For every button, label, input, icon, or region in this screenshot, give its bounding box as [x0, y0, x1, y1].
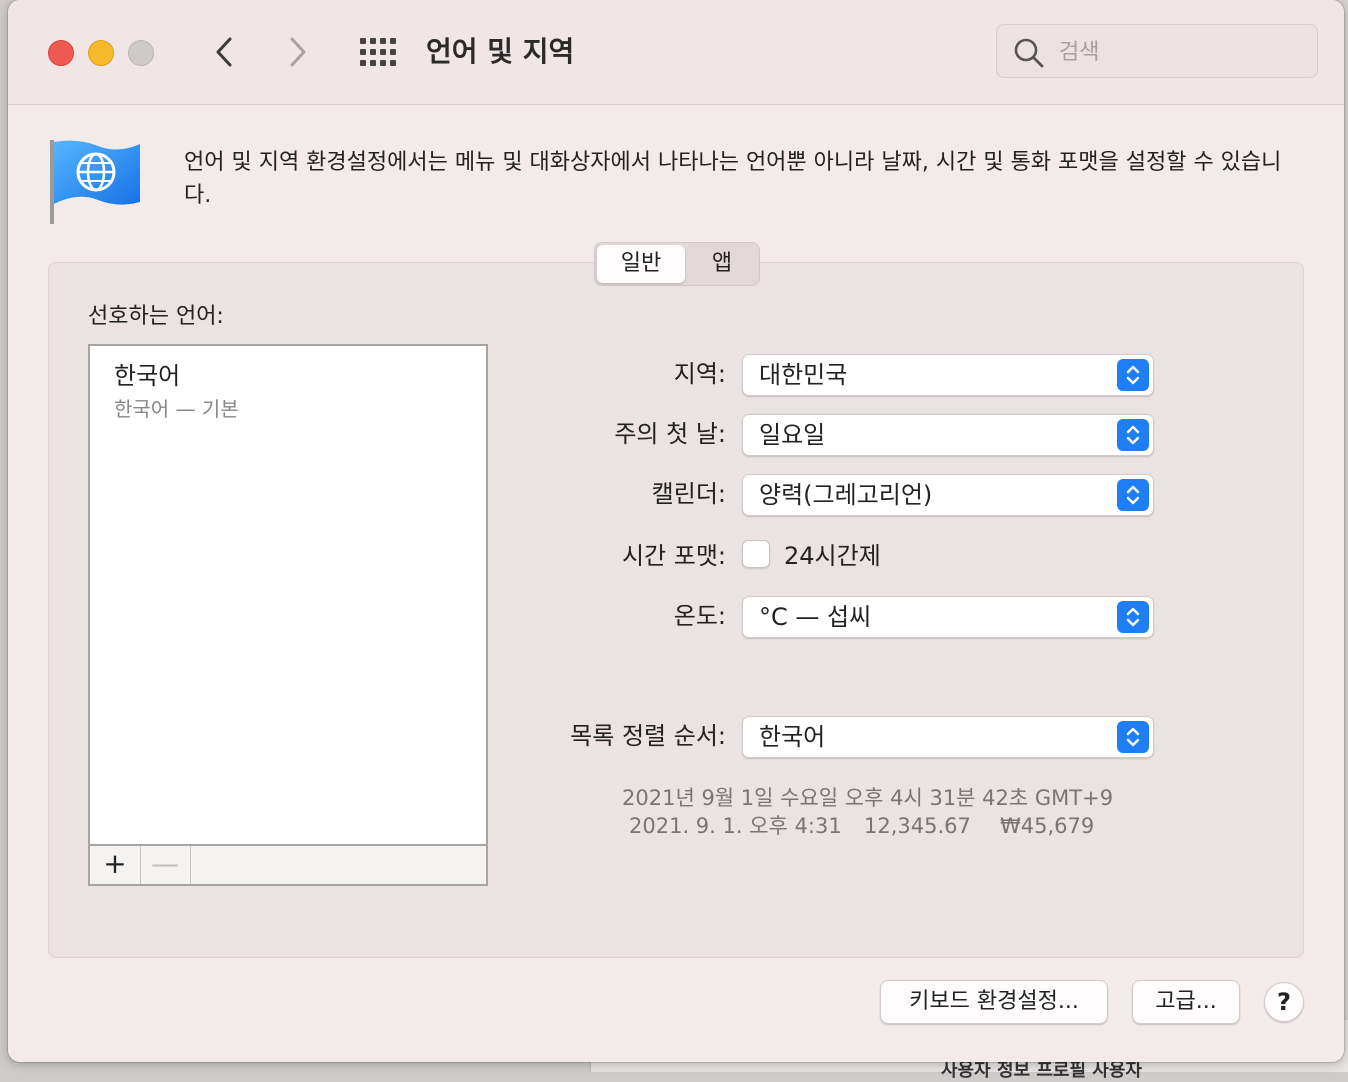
language-region-flag-icon [48, 136, 144, 226]
time-format-label: 시간 포맷: [621, 542, 726, 570]
window-title: 언어 및 지역 [426, 35, 575, 68]
24-hour-checkbox-label[interactable]: 24시간제 [784, 536, 881, 576]
first-day-popup[interactable]: 일요일 [742, 414, 1154, 456]
24-hour-checkbox[interactable] [742, 540, 770, 568]
preferred-languages-list[interactable]: 한국어 한국어 — 기본 [88, 344, 488, 846]
list-item[interactable]: 한국어 한국어 — 기본 [114, 360, 239, 424]
search-field[interactable] [996, 24, 1318, 78]
updown-chevron-icon [1117, 601, 1149, 633]
remove-language-button[interactable]: — [140, 846, 191, 884]
region-label: 지역: [673, 360, 726, 388]
language-list-toolbar: + — [88, 844, 488, 886]
language-name: 한국어 [114, 362, 181, 390]
calendar-label: 캘린더: [651, 480, 726, 508]
show-all-button[interactable] [358, 36, 398, 68]
updown-chevron-icon [1117, 419, 1149, 451]
search-input[interactable] [1057, 35, 1301, 69]
description-text: 언어 및 지역 환경설정에서는 메뉴 및 대화상자에서 나타나는 언어뿐 아니라… [184, 150, 1282, 208]
sort-order-value: 한국어 [759, 723, 826, 751]
chevron-right-icon [290, 37, 306, 67]
forward-button[interactable] [278, 30, 318, 74]
updown-chevron-icon [1117, 721, 1149, 753]
region-value: 대한민국 [759, 361, 848, 389]
minimize-window-button[interactable] [88, 40, 114, 66]
first-day-value: 일요일 [759, 421, 826, 449]
sample-short-date: 2021. 9. 1. 오후 4:31 [629, 814, 842, 838]
calendar-value: 양력(그레고리언) [759, 481, 933, 509]
updown-chevron-icon [1117, 479, 1149, 511]
sort-order-label: 목록 정렬 순서: [570, 722, 726, 750]
chevron-left-icon [216, 37, 232, 67]
keyboard-preferences-button[interactable]: 키보드 환경설정... [880, 980, 1108, 1024]
temperature-value: °C — 섭씨 [759, 603, 872, 631]
sample-currency: ₩45,679 [1000, 814, 1095, 838]
add-language-button[interactable]: + [90, 846, 141, 884]
close-window-button[interactable] [48, 40, 74, 66]
help-button[interactable]: ? [1264, 982, 1304, 1022]
search-icon [1014, 38, 1044, 68]
temperature-popup[interactable]: °C — 섭씨 [742, 596, 1154, 638]
temperature-label: 온도: [673, 602, 726, 630]
calendar-popup[interactable]: 양력(그레고리언) [742, 474, 1154, 516]
advanced-button[interactable]: 고급... [1132, 980, 1240, 1024]
tab-bar: 일반 앱 [594, 242, 760, 286]
preferred-languages-label: 선호하는 언어: [88, 304, 224, 329]
updown-chevron-icon [1117, 359, 1149, 391]
sample-number: 12,345.67 [864, 814, 971, 838]
language-subtitle: 한국어 — 기본 [114, 397, 239, 421]
settings-window: 언어 및 지역 언어 및 지역 환경설정에서는 메뉴 및 대화상자에서 나타나는… [8, 0, 1344, 1062]
back-button[interactable] [204, 30, 244, 74]
zoom-window-button[interactable] [128, 40, 154, 66]
title-bar: 언어 및 지역 [8, 0, 1344, 105]
first-day-label: 주의 첫 날: [614, 420, 726, 448]
tab-general[interactable]: 일반 [597, 245, 685, 283]
tab-apps[interactable]: 앱 [687, 245, 757, 283]
region-popup[interactable]: 대한민국 [742, 354, 1154, 396]
sample-long-date: 2021년 9월 1일 수요일 오후 4시 31분 42초 GMT+9 [622, 786, 1114, 810]
sort-order-popup[interactable]: 한국어 [742, 716, 1154, 758]
